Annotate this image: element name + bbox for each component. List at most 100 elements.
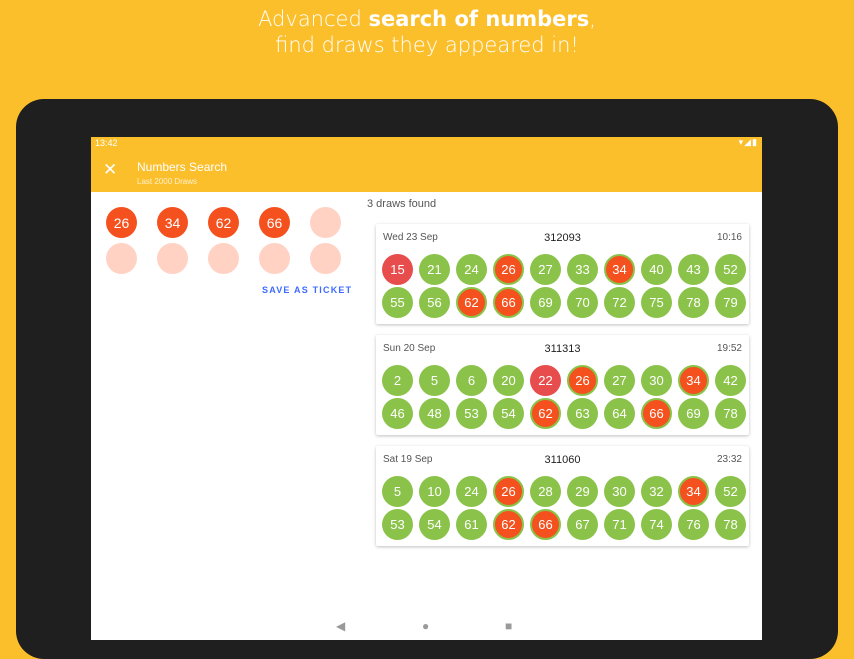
- number-ball: 71: [604, 509, 635, 540]
- draw-card[interactable]: Wed 23 Sep 312093 10:16 15 21 24 26 27 33 34 40 43 5…: [376, 224, 749, 324]
- number-ball: 56: [419, 287, 450, 318]
- number-ball: 53: [456, 398, 487, 429]
- number-ball: 29: [567, 476, 598, 507]
- draw-time: 10:16: [716, 232, 742, 243]
- recents-icon[interactable]: ■: [505, 619, 512, 633]
- draw-time: 19:52: [716, 343, 742, 354]
- matched-number-ball: 34: [678, 476, 709, 507]
- number-ball: 22: [530, 365, 561, 396]
- selected-number-ball[interactable]: 62: [208, 207, 239, 238]
- number-ball: 2: [382, 365, 413, 396]
- number-ball: 63: [567, 398, 598, 429]
- number-ball: 53: [382, 509, 413, 540]
- back-icon[interactable]: ◀: [336, 619, 345, 633]
- number-ball: 24: [456, 254, 487, 285]
- number-ball: 15: [382, 254, 413, 285]
- draws-found-count: 3 draws found: [367, 198, 437, 210]
- number-ball: 70: [567, 287, 598, 318]
- number-ball: 75: [641, 287, 672, 318]
- number-ball: 69: [530, 287, 561, 318]
- matched-number-ball: 26: [567, 365, 598, 396]
- promo-headline: Advanced search of numbers, find draws t…: [0, 6, 854, 58]
- matched-number-ball: 62: [456, 287, 487, 318]
- number-ball: 40: [641, 254, 672, 285]
- number-ball: 78: [678, 287, 709, 318]
- number-ball: 33: [567, 254, 598, 285]
- promo-line1-prefix: Advanced: [258, 7, 369, 31]
- number-ball: 5: [419, 365, 450, 396]
- page-subtitle: Last 2000 Draws: [137, 177, 198, 186]
- selected-number-ball[interactable]: 66: [259, 207, 290, 238]
- draw-number: 311313: [544, 343, 581, 355]
- draw-card[interactable]: Sun 20 Sep 311313 19:52 2 5 6 20 22 26 27 30 34 42 46…: [376, 335, 749, 435]
- draw-number: 312093: [544, 232, 581, 244]
- number-ball: 69: [678, 398, 709, 429]
- signal-icon: ◢: [744, 137, 753, 147]
- draw-card[interactable]: Sat 19 Sep 311060 23:32 5 10 24 26 28 29 30 32 34 52…: [376, 446, 749, 546]
- number-ball: 28: [530, 476, 561, 507]
- number-ball: 30: [604, 476, 635, 507]
- draw-number: 311060: [544, 454, 581, 466]
- number-ball: 20: [493, 365, 524, 396]
- number-ball: 72: [604, 287, 635, 318]
- empty-number-slot[interactable]: [157, 243, 188, 274]
- matched-number-ball: 26: [493, 476, 524, 507]
- number-ball: 43: [678, 254, 709, 285]
- promo-line1-bold: search of numbers: [368, 7, 590, 31]
- selected-number-ball[interactable]: 26: [106, 207, 137, 238]
- close-icon[interactable]: ✕: [103, 160, 117, 180]
- app-screen: 13:42 ▾◢▮ ✕ Numbers Search Last 2000 Dra…: [91, 137, 762, 640]
- status-time: 13:42: [95, 138, 118, 148]
- home-icon[interactable]: ●: [422, 619, 429, 633]
- matched-number-ball: 26: [493, 254, 524, 285]
- number-ball: 54: [419, 509, 450, 540]
- promo-line2: find draws they appeared in!: [275, 33, 579, 57]
- number-ball: 48: [419, 398, 450, 429]
- matched-number-ball: 66: [493, 287, 524, 318]
- page-title: Numbers Search: [137, 160, 228, 174]
- status-icons: ▾◢▮: [739, 137, 758, 148]
- number-ball: 78: [715, 398, 746, 429]
- app-bar: ✕ Numbers Search Last 2000 Draws: [91, 150, 762, 192]
- battery-icon: ▮: [752, 137, 758, 147]
- matched-number-ball: 66: [641, 398, 672, 429]
- number-ball: 30: [641, 365, 672, 396]
- number-ball: 27: [530, 254, 561, 285]
- number-ball: 21: [419, 254, 450, 285]
- empty-number-slot[interactable]: [310, 243, 341, 274]
- selected-number-ball[interactable]: 34: [157, 207, 188, 238]
- save-as-ticket-button[interactable]: SAVE AS TICKET: [262, 285, 352, 295]
- draw-time: 23:32: [716, 454, 742, 465]
- promo-line1-suffix: ,: [589, 7, 596, 31]
- number-ball: 74: [641, 509, 672, 540]
- matched-number-ball: 66: [530, 509, 561, 540]
- number-ball: 52: [715, 254, 746, 285]
- matched-number-ball: 62: [530, 398, 561, 429]
- number-ball: 46: [382, 398, 413, 429]
- matched-number-ball: 62: [493, 509, 524, 540]
- number-ball: 32: [641, 476, 672, 507]
- number-ball: 61: [456, 509, 487, 540]
- empty-number-slot[interactable]: [106, 243, 137, 274]
- empty-number-slot[interactable]: [208, 243, 239, 274]
- matched-number-ball: 34: [604, 254, 635, 285]
- status-bar: 13:42 ▾◢▮: [91, 137, 762, 150]
- number-ball: 27: [604, 365, 635, 396]
- number-ball: 76: [678, 509, 709, 540]
- number-ball: 6: [456, 365, 487, 396]
- matched-number-ball: 34: [678, 365, 709, 396]
- number-ball: 5: [382, 476, 413, 507]
- system-nav-bar: ◀ ● ■: [91, 613, 762, 640]
- number-ball: 78: [715, 509, 746, 540]
- empty-number-slot[interactable]: [259, 243, 290, 274]
- number-ball: 54: [493, 398, 524, 429]
- number-ball: 10: [419, 476, 450, 507]
- number-ball: 67: [567, 509, 598, 540]
- number-ball: 24: [456, 476, 487, 507]
- number-ball: 42: [715, 365, 746, 396]
- number-ball: 64: [604, 398, 635, 429]
- empty-number-slot[interactable]: [310, 207, 341, 238]
- number-ball: 79: [715, 287, 746, 318]
- number-ball: 55: [382, 287, 413, 318]
- number-ball: 52: [715, 476, 746, 507]
